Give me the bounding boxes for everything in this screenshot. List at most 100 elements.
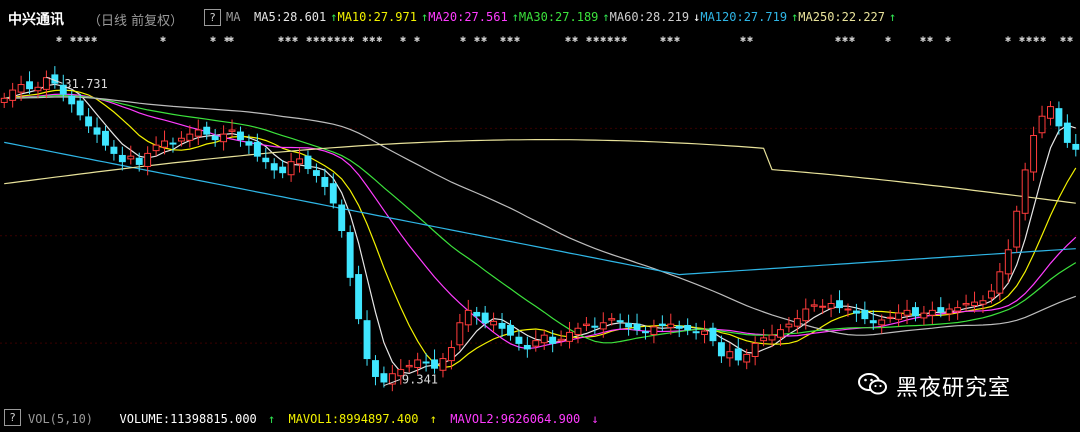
- candle-body: [76, 100, 84, 116]
- candle-body: [709, 327, 717, 342]
- candle-body: [650, 326, 658, 335]
- ma-legend-item: MA20:27.561: [428, 10, 508, 24]
- watermark-text: 黑夜研究室: [896, 376, 1012, 401]
- candle-body: [895, 312, 903, 320]
- candle-body: [473, 311, 481, 317]
- candle-body: [26, 81, 33, 90]
- candle-body: [549, 336, 557, 344]
- candle-body: [220, 133, 228, 143]
- candle-body: [1021, 169, 1029, 214]
- candle-body: [68, 95, 76, 105]
- candle-body: [405, 364, 413, 368]
- candle-body: [726, 351, 734, 359]
- candle-body: [869, 320, 877, 324]
- help-button[interactable]: ?: [204, 9, 221, 26]
- watermark: 黑夜研究室: [858, 370, 1012, 402]
- candle-body: [540, 334, 548, 344]
- candle-body: [945, 308, 953, 315]
- candle-body: [523, 344, 531, 350]
- candle-body: [481, 312, 489, 324]
- mavol2-value: MAVOL2:9626064.900: [450, 412, 581, 426]
- candle-body: [329, 183, 337, 204]
- candle-body: [515, 336, 523, 344]
- candlestick-chart[interactable]: 31.731 9.341: [0, 46, 1080, 404]
- candle-body: [85, 116, 93, 127]
- mavol1-value: MAVOL1:8994897.400: [288, 412, 419, 426]
- signal-marker: ✱: [160, 34, 168, 45]
- candle-body: [34, 86, 42, 92]
- candle-body: [194, 129, 202, 137]
- candle-body: [177, 137, 185, 142]
- candle-body: [118, 154, 126, 163]
- signal-marker: ✱ ✱✱: [460, 34, 489, 45]
- volume-legend: VOL(5,10) VOLUME:11398815.000 ↑ MAVOL1:8…: [28, 412, 605, 426]
- candle-body: [296, 158, 303, 165]
- stock-name[interactable]: 中兴通讯: [8, 9, 64, 29]
- ma-indicator-label[interactable]: MA: [226, 10, 240, 24]
- volume-help-button[interactable]: ?: [4, 409, 21, 426]
- candle-body: [903, 309, 911, 316]
- candle-body: [338, 204, 346, 232]
- candle-body: [1072, 143, 1080, 150]
- signal-marker: ✱ ✱✱✱✱: [1005, 34, 1048, 45]
- candle-body: [279, 166, 287, 174]
- candle-body: [9, 89, 17, 101]
- candle-body: [810, 304, 818, 307]
- ma-legend-item: MA5:28.601: [254, 10, 327, 24]
- candle-body: [599, 322, 607, 330]
- candle-body: [793, 318, 801, 327]
- candle-body: [996, 271, 1004, 294]
- candle-body: [372, 360, 379, 377]
- period-mode-label[interactable]: （日线 前复权）: [88, 10, 183, 29]
- candle-body: [17, 84, 25, 93]
- candle-body: [431, 359, 438, 369]
- candle-body: [979, 300, 987, 305]
- candle-body: [127, 155, 135, 160]
- candle-body: [346, 232, 354, 278]
- candle-body: [734, 348, 742, 361]
- candle-body: [675, 325, 683, 329]
- candle-body: [574, 327, 582, 335]
- candle-body: [785, 323, 793, 328]
- ma-line-ma120: [4, 141, 1076, 276]
- signal-marker: ✱: [945, 34, 953, 45]
- candle-body: [1063, 122, 1071, 143]
- candle-body: [456, 322, 464, 346]
- candle-body: [380, 373, 388, 383]
- candle-body: [498, 322, 506, 329]
- candle-body: [861, 309, 869, 320]
- candle-body: [751, 342, 759, 357]
- signal-marker: ✱: [885, 34, 893, 45]
- candle-body: [1055, 108, 1063, 127]
- candle-body: [152, 144, 160, 152]
- candle-body: [1013, 210, 1021, 248]
- candle-body: [447, 347, 455, 362]
- wechat-icon: [858, 373, 887, 395]
- candle-body: [363, 320, 371, 360]
- volume-indicator-label[interactable]: VOL(5,10): [28, 412, 93, 426]
- candle-body: [304, 155, 312, 170]
- up-arrow-icon: ↑: [511, 10, 519, 24]
- signal-marker: ✱✱ ✱✱✱✱✱✱: [565, 34, 629, 45]
- candle-body: [1004, 249, 1012, 275]
- ma-legend-item: MA10:27.971: [337, 10, 417, 24]
- candle-body: [844, 308, 852, 311]
- candle-body: [692, 331, 700, 334]
- candle-body: [312, 170, 320, 176]
- signal-marker: ✱✱✱: [500, 34, 522, 45]
- candle-body: [507, 325, 514, 336]
- signal-marker: ✱✱: [920, 34, 935, 45]
- candle-body: [827, 302, 835, 309]
- candle-body: [228, 129, 236, 132]
- candle-body: [414, 359, 422, 369]
- candle-body: [937, 307, 945, 313]
- candle-body: [684, 325, 692, 331]
- candle-body: [819, 305, 827, 308]
- mavol1-arrow-icon: ↑: [429, 412, 437, 426]
- candle-body: [625, 322, 633, 328]
- candle-body: [532, 340, 540, 347]
- volume-arrow-icon: ↑: [268, 412, 276, 426]
- candle-body: [878, 319, 886, 326]
- mavol2-arrow-icon: ↓: [591, 412, 599, 426]
- volume-panel-header: ? VOL(5,10) VOLUME:11398815.000 ↑ MAVOL1…: [0, 404, 1080, 432]
